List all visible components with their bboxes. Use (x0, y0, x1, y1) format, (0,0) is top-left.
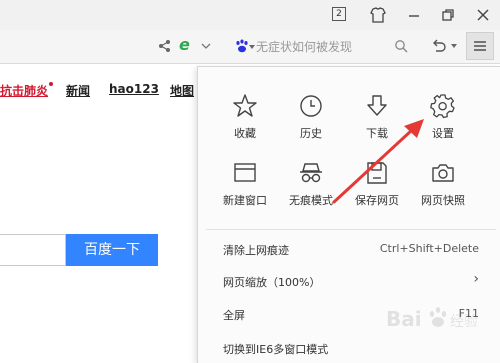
menu-clear-history[interactable]: 清除上网痕迹 Ctrl+Shift+Delete (198, 234, 500, 264)
gear-icon (430, 94, 455, 119)
new-window-icon (234, 163, 256, 182)
menu-button[interactable] (466, 32, 494, 60)
undo-icon[interactable] (430, 37, 448, 55)
menu-new-window-label: 新建窗口 (223, 194, 267, 207)
menu-save-page[interactable]: 保存网页 (344, 160, 410, 222)
menu-favorites-label: 收藏 (234, 127, 256, 140)
menu-fullscreen-label: 全屏 (223, 309, 245, 322)
clock-icon (300, 95, 322, 117)
save-icon (367, 162, 387, 184)
search-placeholder: 无症状如何被发现 (256, 40, 353, 54)
menu-ie6-mode-label: 切换到IE6多窗口模式 (223, 343, 329, 356)
menu-settings-label: 设置 (432, 127, 454, 140)
browser-toolbar: e 无症状如何被发现 (0, 30, 500, 64)
baidu-jingyan-watermark: Bai 经验 (386, 307, 478, 331)
menu-clear-history-shortcut: Ctrl+Shift+Delete (379, 242, 479, 255)
menu-download[interactable]: 下载 (344, 93, 410, 155)
menu-history[interactable]: 历史 (278, 93, 344, 155)
menu-zoom-label: 网页缩放（100%） (223, 276, 321, 289)
baidu-search-button[interactable]: 百度一下 (66, 234, 158, 266)
chevron-right-icon: › (473, 271, 479, 287)
menu-history-label: 历史 (300, 127, 322, 140)
menu-snapshot[interactable]: 网页快照 (410, 160, 476, 222)
nav-link-map[interactable]: 地图 (170, 82, 194, 99)
download-icon (367, 95, 387, 116)
nav-link-covid[interactable]: 抗击肺炎 (0, 82, 54, 99)
menu-divider (206, 229, 496, 230)
nav-link-hao123[interactable]: hao123 (109, 82, 159, 96)
menu-download-label: 下载 (366, 127, 388, 140)
menu-icon (474, 41, 486, 51)
close-icon[interactable] (473, 5, 493, 25)
incognito-icon (300, 163, 322, 183)
caret-down-icon (249, 45, 255, 49)
nav-link-news[interactable]: 新闻 (66, 82, 90, 99)
menu-save-page-label: 保存网页 (355, 194, 399, 207)
tab-count-badge[interactable]: 2 (332, 7, 346, 21)
undo-dropdown-icon[interactable] (450, 42, 458, 50)
baidu-paw-icon (236, 39, 248, 53)
menu-snapshot-label: 网页快照 (421, 194, 465, 207)
menu-zoom[interactable]: 网页缩放（100%） › (198, 266, 500, 296)
title-bar: 2 (0, 0, 500, 30)
menu-incognito[interactable]: 无痕模式 (278, 160, 344, 222)
minimize-icon[interactable] (404, 5, 424, 25)
baidu-search-input[interactable] (0, 234, 66, 266)
menu-settings[interactable]: 设置 (410, 93, 476, 155)
search-box[interactable]: 无症状如何被发现 (228, 35, 414, 57)
shirt-icon[interactable] (368, 5, 388, 25)
svg-text:Bai: Bai (386, 307, 422, 331)
menu-incognito-label: 无痕模式 (289, 194, 333, 207)
camera-icon (432, 164, 454, 182)
star-icon (233, 94, 257, 117)
menu-new-window[interactable]: 新建窗口 (212, 160, 278, 222)
restore-icon[interactable] (438, 5, 458, 25)
chevron-down-icon[interactable] (200, 40, 212, 52)
share-icon[interactable] (158, 39, 172, 53)
svg-text:经验: 经验 (450, 314, 478, 330)
menu-clear-history-label: 清除上网痕迹 (223, 244, 289, 257)
ie-compat-icon[interactable]: e (179, 35, 190, 54)
search-icon[interactable] (394, 39, 408, 53)
menu-favorites[interactable]: 收藏 (212, 93, 278, 155)
